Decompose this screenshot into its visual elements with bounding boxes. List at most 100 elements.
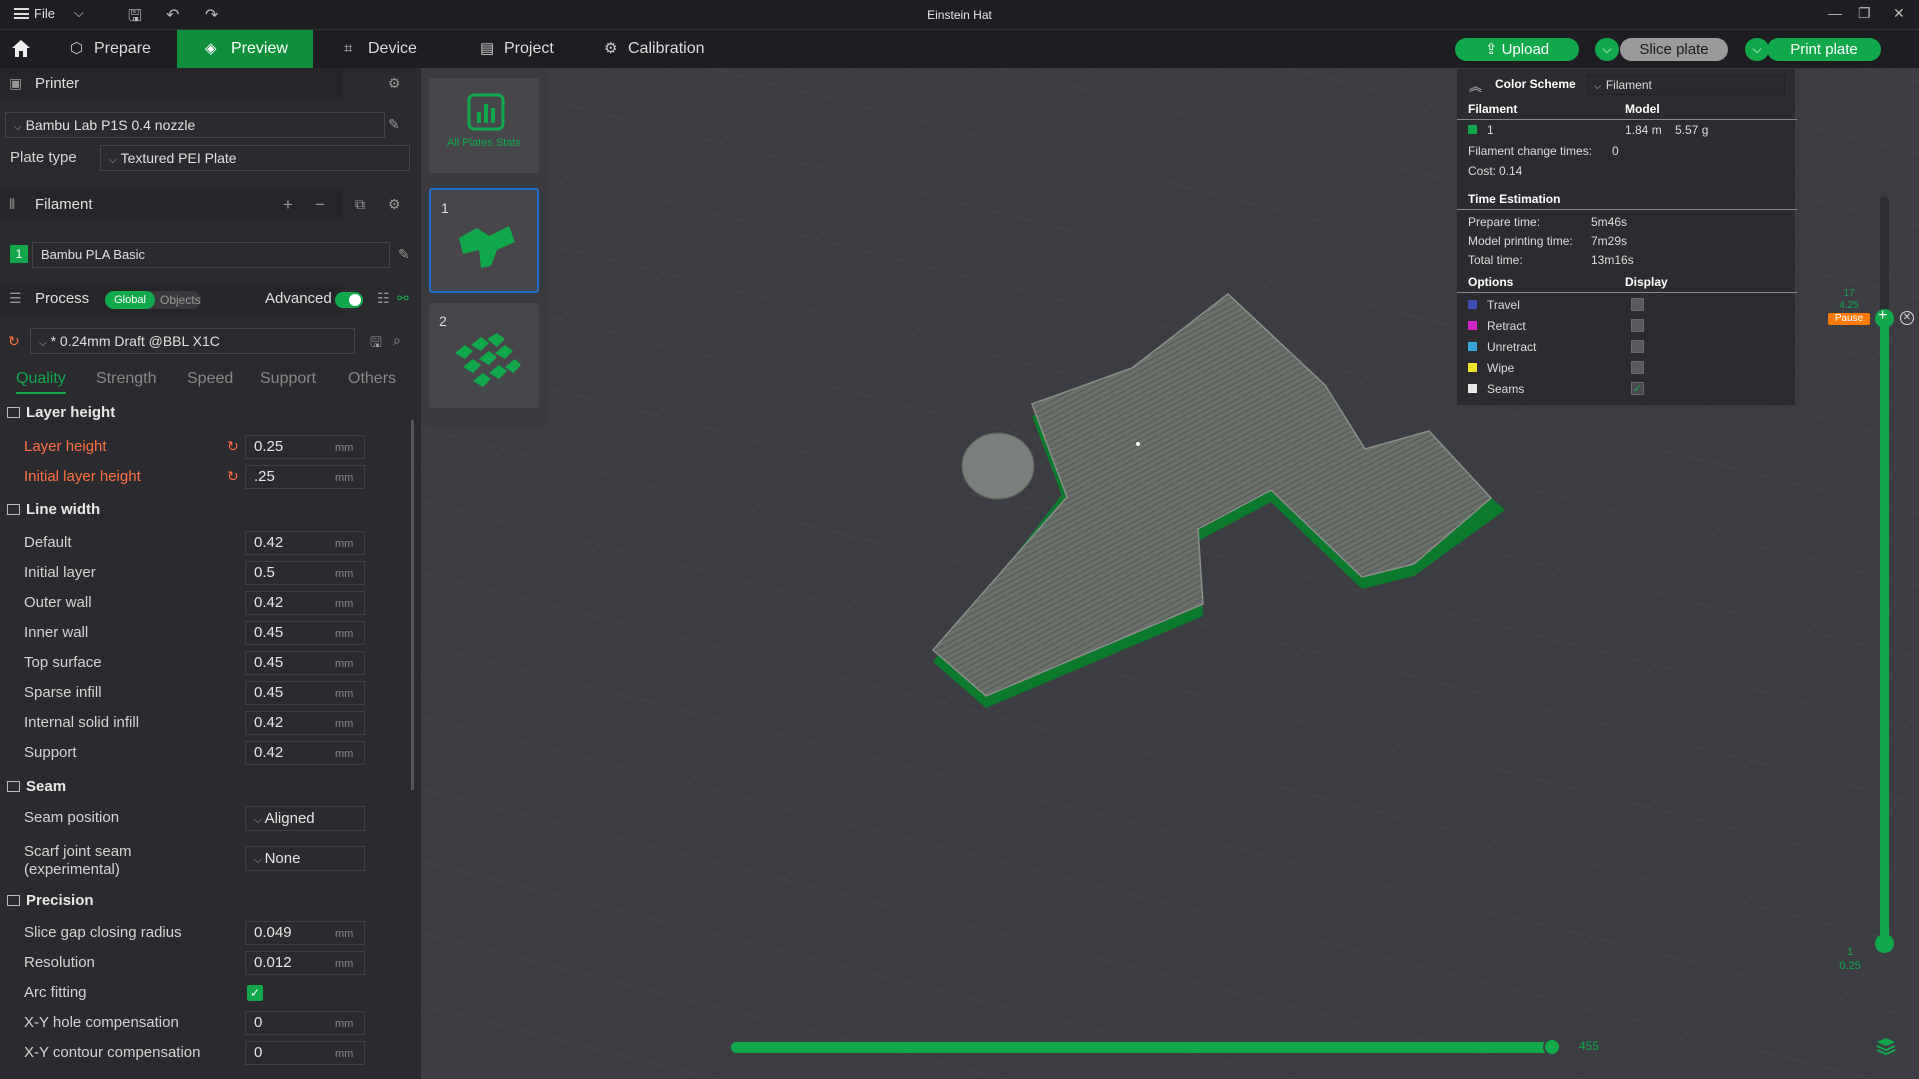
tab-calibration[interactable]: ⚙ Calibration: [590, 30, 740, 68]
seams-swatch: [1468, 384, 1477, 393]
save-icon[interactable]: 🖫: [128, 5, 142, 32]
upload-button[interactable]: ⇪ Upload: [1455, 38, 1579, 61]
settings-gear-icon[interactable]: ⚙: [388, 196, 401, 213]
undo-icon[interactable]: ↶: [166, 5, 179, 25]
subtab-quality[interactable]: Quality: [16, 370, 66, 394]
plate-thumbnail-2[interactable]: 2: [429, 303, 539, 408]
setting-row: Slice gap closing radius 0.049 mm: [0, 921, 365, 945]
unit-label: mm: [335, 442, 354, 454]
print-plate-button[interactable]: Print plate: [1767, 38, 1881, 61]
plate-type-select[interactable]: ⌵ Textured PEI Plate: [100, 145, 410, 171]
arc-fitting-checkbox[interactable]: ✓: [247, 985, 263, 1001]
setting-row: Layer height ↻ 0.25 mm: [0, 435, 365, 459]
subtab-support[interactable]: Support: [260, 370, 316, 388]
chevron-down-icon: ⌵: [254, 855, 262, 866]
subtab-others[interactable]: Others: [348, 370, 396, 388]
pause-badge[interactable]: Pause: [1828, 313, 1870, 325]
seam-position-select[interactable]: ⌵ Aligned: [245, 806, 365, 831]
tab-device[interactable]: ⌗ Device: [330, 30, 450, 68]
collapse-icon[interactable]: ︽: [1469, 76, 1482, 95]
remove-icon[interactable]: −: [315, 195, 325, 215]
toggle-global[interactable]: Global: [105, 291, 155, 309]
input-value: 0: [254, 1014, 263, 1031]
subtab-strength[interactable]: Strength: [96, 370, 156, 388]
setting-label: Scarf joint seam: [24, 843, 132, 860]
printer-section-header: ▣ Printer ⚙: [0, 68, 401, 100]
filament-index-badge: 1: [10, 245, 28, 263]
unretract-display-checkbox[interactable]: [1631, 340, 1644, 353]
add-icon[interactable]: +: [283, 195, 293, 215]
restore-icon[interactable]: ❐: [1858, 5, 1871, 22]
tab-project[interactable]: ▤ Project: [466, 30, 586, 68]
stats-chart-icon: [467, 93, 505, 131]
input-value: 0.42: [254, 534, 284, 551]
input-value: 0.42: [254, 594, 284, 611]
reset-icon[interactable]: ↻: [227, 438, 239, 455]
change-times-label: Filament change times:: [1468, 144, 1593, 158]
layer-slider-bottom-handle[interactable]: [1875, 934, 1894, 953]
filament-color-swatch: [1468, 125, 1477, 134]
home-icon[interactable]: [10, 38, 32, 58]
layers-stack-icon[interactable]: [1875, 1036, 1897, 1056]
wipe-display-checkbox[interactable]: [1631, 361, 1644, 374]
setting-row: Top surface 0.45 mm: [0, 651, 365, 675]
save-preset-icon[interactable]: 🖫: [370, 332, 382, 356]
unit-label: mm: [335, 928, 354, 940]
toggle-objects[interactable]: Objects: [160, 293, 201, 307]
cancel-pause-icon[interactable]: ✕: [1900, 311, 1914, 325]
all-plates-stats-button[interactable]: All Plates Stats: [429, 78, 539, 173]
process-section-title: Process: [35, 290, 90, 307]
redo-icon[interactable]: ↷: [205, 5, 218, 25]
filament-select[interactable]: Bambu PLA Basic: [32, 242, 390, 268]
options-column-header: Options: [1468, 275, 1514, 289]
filament-index: 1: [1487, 123, 1494, 137]
subtab-speed[interactable]: Speed: [187, 370, 233, 388]
global-objects-toggle[interactable]: Global Objects: [105, 291, 201, 309]
unit-label: mm: [335, 1048, 354, 1060]
layer-bottom-label: 1 0.25: [1830, 945, 1870, 973]
print-dropdown-button[interactable]: ⌵: [1745, 38, 1769, 61]
chevron-down-icon[interactable]: ⌵: [74, 5, 84, 21]
slice-plate-button[interactable]: Slice plate: [1620, 38, 1728, 61]
reset-icon[interactable]: ↻: [8, 333, 20, 350]
tab-preview[interactable]: ◈ Preview: [177, 30, 313, 68]
search-icon[interactable]: ⌕: [393, 332, 401, 349]
chevron-down-icon: ⌵: [254, 815, 262, 826]
printer-select[interactable]: ⌵ Bambu Lab P1S 0.4 nozzle: [5, 112, 385, 138]
setting-row: Initial layer height ↻ .25 mm: [0, 465, 365, 489]
setting-label: Sparse infill: [24, 684, 102, 701]
seams-display-checkbox[interactable]: ✓: [1631, 382, 1644, 395]
retract-display-checkbox[interactable]: [1631, 319, 1644, 332]
group-line-width: Line width: [0, 501, 330, 518]
process-preset-select[interactable]: ⌵ * 0.24mm Draft @BBL X1C: [30, 328, 355, 354]
time-label: Prepare time:: [1468, 215, 1541, 229]
layer-slider-top-handle[interactable]: +: [1875, 307, 1894, 328]
list-icon[interactable]: ☷: [377, 290, 390, 307]
settings-gear-icon[interactable]: ⚙: [388, 75, 401, 92]
scarf-seam-select[interactable]: ⌵ None: [245, 846, 365, 871]
unit-label: mm: [335, 658, 354, 670]
tab-prepare[interactable]: ⬡ Prepare: [56, 30, 176, 68]
input-value: 0.42: [254, 714, 284, 731]
chevron-down-icon: ⌵: [1594, 81, 1601, 91]
move-slider-handle[interactable]: [1543, 1038, 1561, 1056]
sync-icon[interactable]: ⧉: [355, 196, 365, 213]
edit-icon[interactable]: ✎: [398, 246, 410, 263]
color-scheme-select[interactable]: ⌵ Filament: [1587, 75, 1785, 95]
chevron-down-icon: ⌵: [109, 155, 117, 166]
close-icon[interactable]: ✕: [1893, 5, 1905, 22]
unit-label: mm: [335, 568, 354, 580]
plate-thumbnail-1[interactable]: 1: [429, 188, 539, 293]
settings-scrollbar[interactable]: [411, 420, 414, 790]
move-slider-track[interactable]: [731, 1042, 1557, 1053]
advanced-toggle[interactable]: [335, 292, 363, 308]
file-menu[interactable]: File: [14, 6, 55, 21]
edit-icon[interactable]: ✎: [388, 116, 400, 133]
reset-icon[interactable]: ↻: [227, 468, 239, 485]
layer-slider-track[interactable]: [1880, 318, 1889, 944]
slice-dropdown-button[interactable]: ⌵: [1595, 38, 1619, 61]
minimize-icon[interactable]: —: [1828, 5, 1842, 21]
travel-display-checkbox[interactable]: [1631, 298, 1644, 311]
plate-number: 2: [439, 313, 447, 329]
compare-icon[interactable]: ⚯: [397, 290, 409, 307]
